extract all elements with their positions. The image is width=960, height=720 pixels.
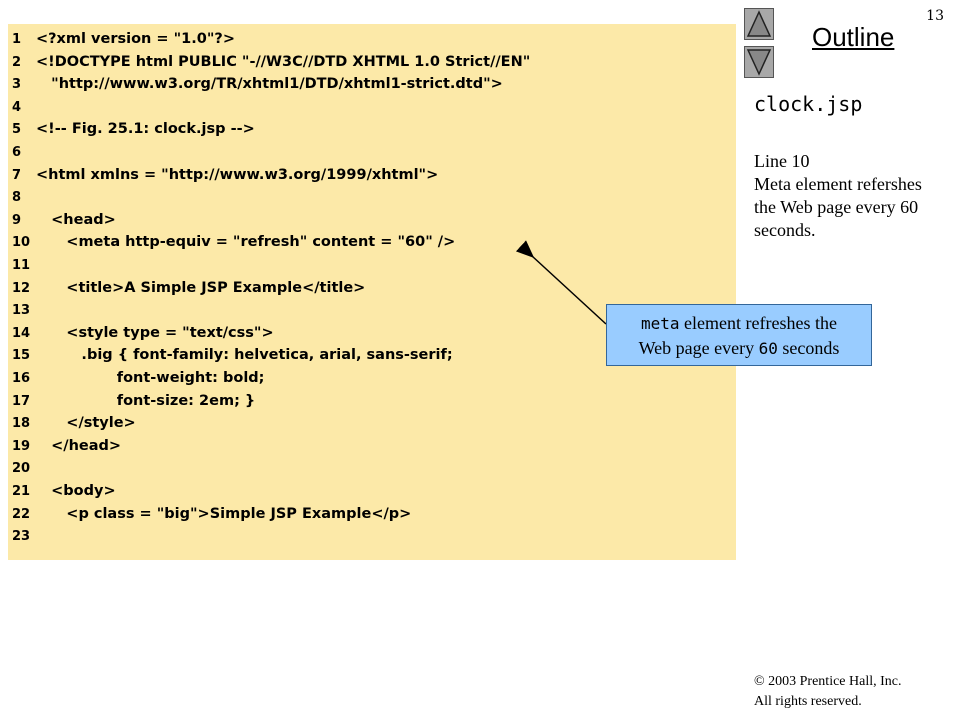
callout-text-1: element refreshes the (679, 313, 837, 333)
line-number: 16 (12, 371, 31, 386)
outline-note: Line 10 Meta element refershes the Web p… (754, 150, 934, 242)
line-number: 20 (12, 461, 31, 477)
code-listing: 1 <?xml version = "1.0"?> 2 <!DOCTYPE html … (8, 24, 736, 560)
callout-code-number: 60 (758, 339, 778, 358)
next-slide-button[interactable] (744, 46, 774, 78)
code-line: 21 <body> (8, 480, 116, 502)
code-line: 14 <style type = "text/css"> (8, 322, 274, 344)
code-line: 19 </head> (8, 435, 121, 457)
outline-title[interactable]: Outline (812, 22, 894, 53)
line-number: 19 (12, 438, 31, 454)
code-text: </style> (36, 415, 136, 432)
line-number: 8 (12, 190, 22, 206)
code-text: <style type = "text/css"> (36, 324, 274, 341)
callout-code-word: meta (641, 314, 680, 333)
code-text: <title>A Simple JSP Example</title> (36, 279, 366, 296)
line-number: 12 (12, 280, 31, 296)
slide-number: 13 (926, 8, 944, 24)
callout-text-2: Web page every (638, 338, 759, 358)
code-text: font-size: 2em; } (36, 392, 256, 409)
line-number: 1 (12, 32, 22, 47)
line-number: 13 (12, 303, 31, 319)
code-text: <!-- Fig. 25.1: clock.jsp --> (36, 121, 255, 138)
line-number: 2 (12, 54, 22, 70)
code-line: 1 <?xml version = "1.0"?> (8, 28, 235, 50)
line-number: 17 (12, 393, 31, 409)
triangle-up-icon (746, 10, 772, 37)
code-text: </head> (36, 437, 122, 454)
code-line: 20 (8, 457, 36, 479)
code-line: 23 (8, 525, 36, 547)
code-text: "http://www.w3.org/TR/xhtml1/DTD/xhtml1-… (36, 76, 503, 93)
code-line: 12 <title>A Simple JSP Example</title> (8, 277, 365, 299)
line-number: 7 (12, 167, 22, 183)
line-number: 9 (12, 212, 22, 228)
code-text: <p class = "big">Simple JSP Example</p> (36, 505, 412, 522)
outline-note-text: Line 10 Meta element refershes the Web p… (754, 151, 922, 240)
code-line: 16 font-weight: bold; (8, 367, 264, 389)
line-number: 14 (12, 325, 31, 341)
callout-text-3: seconds (777, 338, 840, 358)
code-text: <body> (36, 483, 116, 499)
code-text: <?xml version = "1.0"?> (36, 31, 235, 47)
code-line: 10 <meta http-equiv = "refresh" content … (8, 231, 455, 253)
copyright-line-1: © 2003 Prentice Hall, Inc. (754, 674, 902, 689)
code-text: <!DOCTYPE html PUBLIC "-//W3C//DTD XHTML… (36, 53, 531, 70)
code-line: 8 (8, 186, 36, 208)
code-line: 4 (8, 96, 36, 118)
code-text: <html xmlns = "http://www.w3.org/1999/xh… (36, 166, 439, 183)
callout-box: meta element refreshes the Web page ever… (606, 304, 872, 366)
line-number: 21 (12, 484, 31, 499)
code-line: 3 "http://www.w3.org/TR/xhtml1/DTD/xhtml… (8, 73, 503, 95)
copyright: © 2003 Prentice Hall, Inc. All rights re… (754, 672, 902, 712)
line-number: 23 (12, 529, 31, 545)
code-text: <head> (36, 211, 116, 228)
previous-slide-button[interactable] (744, 8, 774, 40)
code-text: font-weight: bold; (36, 370, 265, 386)
line-number: 11 (12, 258, 31, 273)
code-line: 7 <html xmlns = "http://www.w3.org/1999/x… (8, 164, 438, 186)
line-number: 4 (12, 99, 22, 115)
code-line: 17 font-size: 2em; } (8, 390, 255, 412)
line-number: 10 (12, 235, 31, 251)
line-number: 18 (12, 416, 31, 432)
code-line: 13 (8, 299, 36, 321)
line-number: 5 (12, 122, 22, 138)
code-line: 6 (8, 141, 36, 163)
file-name: clock.jsp (754, 92, 863, 116)
code-line: 11 (8, 254, 36, 276)
code-line: 2 <!DOCTYPE html PUBLIC "-//W3C//DTD XHTM… (8, 51, 530, 73)
code-line: 18 </style> (8, 412, 136, 434)
code-line: 22 <p class = "big">Simple JSP Example</… (8, 503, 411, 525)
code-line: 5 <!-- Fig. 25.1: clock.jsp --> (8, 118, 255, 140)
line-number: 22 (12, 506, 31, 522)
code-line: 9 <head> (8, 209, 116, 231)
copyright-line-2: All rights reserved. (754, 694, 862, 709)
code-line: 15 .big { font-family: helvetica, arial,… (8, 344, 453, 366)
line-number: 6 (12, 145, 22, 160)
triangle-down-icon (746, 49, 772, 76)
code-text: .big { font-family: helvetica, arial, sa… (36, 347, 453, 364)
code-text: <meta http-equiv = "refresh" content = "… (36, 234, 456, 251)
line-number: 3 (12, 77, 22, 93)
line-number: 15 (12, 348, 31, 364)
